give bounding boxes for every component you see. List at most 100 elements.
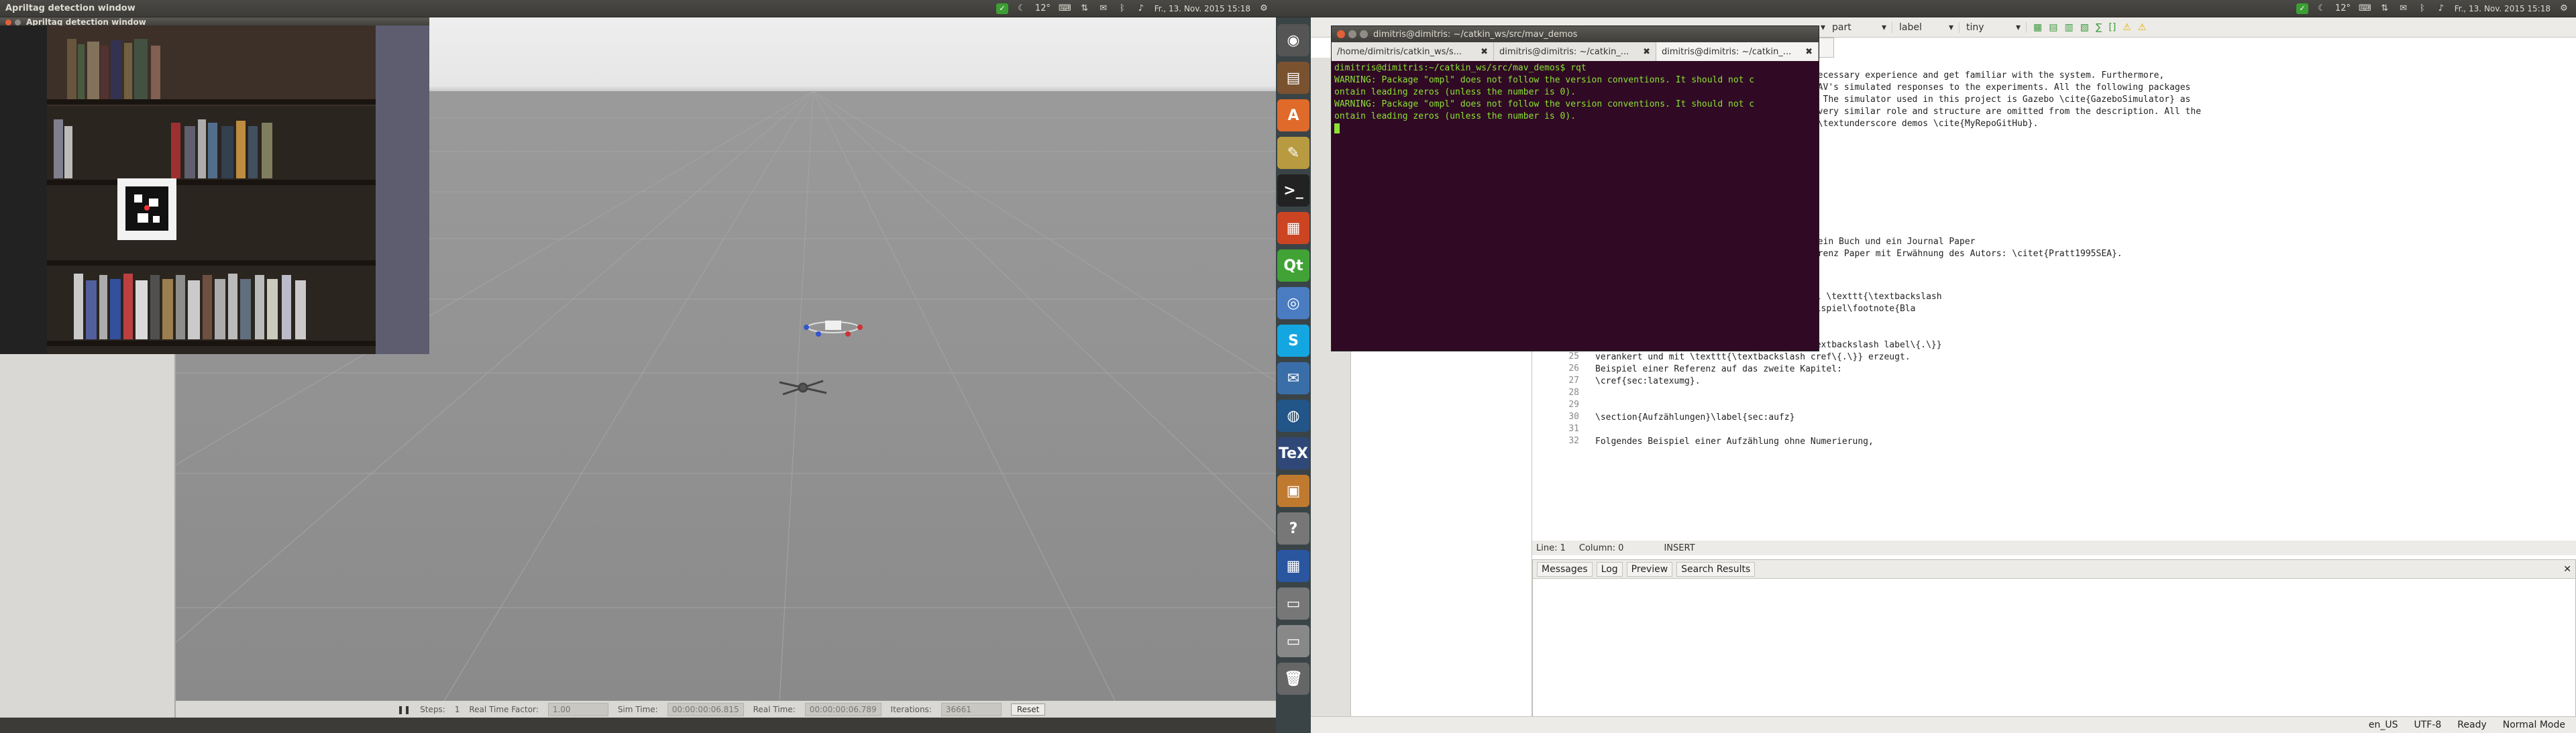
close-panel-icon[interactable]: ✕ bbox=[2559, 563, 2575, 576]
files-icon[interactable]: ▤ bbox=[1277, 62, 1309, 94]
volume-label[interactable]: 12° bbox=[2335, 3, 2351, 14]
tab-log[interactable]: Log bbox=[1596, 561, 1623, 577]
close-icon[interactable] bbox=[1337, 30, 1345, 38]
keyboard-icon[interactable]: ⌨ bbox=[1059, 3, 1071, 14]
warning-icon[interactable]: ⚠ bbox=[2123, 22, 2131, 33]
sim-time-label: Sim Time: bbox=[617, 704, 658, 714]
label-select[interactable]: label ▾ bbox=[1899, 21, 1960, 33]
close-tab-icon[interactable]: ✖ bbox=[1481, 47, 1488, 57]
network-icon[interactable]: ⇅ bbox=[2379, 3, 2390, 14]
multicolor-app-icon[interactable]: ▦ bbox=[1277, 212, 1309, 244]
close-tab-icon[interactable]: ✖ bbox=[1805, 47, 1813, 57]
table-icon[interactable]: ▦ bbox=[2033, 22, 2042, 33]
tab-messages[interactable]: Messages bbox=[1537, 561, 1593, 577]
dropbox-icon[interactable]: ✓ bbox=[2296, 3, 2308, 14]
code-line: verankert und mit \texttt{\textbackslash… bbox=[1595, 352, 1911, 362]
toolbar-arrow-icon[interactable]: ▾ bbox=[1821, 22, 1825, 33]
editor-status-bar: en_US UTF-8 Ready Normal Mode bbox=[1311, 716, 2576, 733]
tabular-icon[interactable]: ▤ bbox=[2049, 22, 2057, 33]
minimize-icon[interactable] bbox=[15, 19, 21, 25]
rtf-value: 1.00 bbox=[547, 702, 608, 716]
drive-icon[interactable]: ▭ bbox=[1277, 587, 1309, 620]
array-icon[interactable]: ▥ bbox=[2065, 22, 2074, 33]
math-icon[interactable]: ∑ bbox=[2096, 22, 2102, 33]
speaker-icon[interactable]: ♪ bbox=[1136, 3, 1146, 14]
bottom-strip bbox=[0, 718, 1276, 733]
weather-icon[interactable]: ☾ bbox=[2316, 3, 2327, 14]
mail-icon[interactable]: ✉ bbox=[2398, 3, 2409, 14]
network-icon[interactable]: ⇅ bbox=[1079, 3, 1090, 14]
bracket-icon[interactable]: [] bbox=[2108, 22, 2116, 33]
thunderbird-icon[interactable]: ✉ bbox=[1277, 362, 1309, 394]
line-number: 26 bbox=[1568, 363, 1579, 374]
workspace-switcher-icon[interactable]: ▦ bbox=[1277, 550, 1309, 582]
tab-search-results[interactable]: Search Results bbox=[1676, 561, 1756, 577]
messages-tabs: Messages Log Preview Search Results ✕ bbox=[1533, 560, 2575, 579]
unity-launcher: ◉ ▤ A ✎ >_ ▦ Qt ◎ S ✉ ◍ TeX ▣ ? ▦ ▭ ▭ 🗑 bbox=[1276, 17, 1311, 733]
terminal-output[interactable]: dimitris@dimitris:~/catkin_ws/src/mav_de… bbox=[1332, 61, 1819, 136]
pause-button[interactable]: ❚❚ bbox=[397, 705, 411, 714]
close-icon[interactable] bbox=[5, 19, 11, 25]
bluetooth-icon[interactable]: ᛒ bbox=[2417, 3, 2428, 14]
warning-2-icon[interactable]: ⚠ bbox=[2138, 22, 2147, 33]
mail-icon[interactable]: ✉ bbox=[1098, 3, 1109, 14]
reset-button[interactable]: Reset bbox=[1010, 703, 1046, 716]
editor-info-bar: Line: 1 Column: 0 INSERT bbox=[1532, 541, 2576, 555]
iterations-value: 36661 bbox=[941, 702, 1002, 716]
trash-icon[interactable]: 🗑 bbox=[1277, 663, 1309, 695]
normal-mode-indicator: Normal Mode bbox=[2502, 720, 2565, 730]
line-number: 25 bbox=[1568, 351, 1579, 361]
window-controls bbox=[0, 19, 26, 25]
keyboard-icon[interactable]: ⌨ bbox=[2359, 3, 2371, 14]
iterations-label: Iterations: bbox=[890, 704, 932, 714]
steps-label: Steps: bbox=[420, 704, 445, 714]
column-indicator: Column: 0 bbox=[1578, 543, 1624, 553]
dash-icon[interactable]: ◉ bbox=[1277, 24, 1309, 56]
size-select[interactable]: tiny ▾ bbox=[1966, 21, 2027, 33]
maximize-icon[interactable] bbox=[1360, 30, 1368, 38]
line-number: 27 bbox=[1568, 376, 1579, 386]
software-center-icon[interactable]: A bbox=[1277, 99, 1309, 131]
dropbox-icon[interactable]: ✓ bbox=[996, 3, 1008, 14]
settings-gear-icon[interactable]: ⚙ bbox=[1258, 3, 1269, 14]
qt-creator-icon[interactable]: Qt bbox=[1277, 249, 1309, 282]
encoding-indicator[interactable]: UTF-8 bbox=[2414, 720, 2441, 730]
steps-value[interactable]: 1 bbox=[455, 705, 460, 714]
tab-preview[interactable]: Preview bbox=[1626, 561, 1673, 577]
clock-label[interactable]: Fr., 13. Nov. 2015 15:18 bbox=[2455, 3, 2551, 14]
part-select[interactable]: part ▾ bbox=[1832, 21, 1893, 33]
bluetooth-icon[interactable]: ᛒ bbox=[1117, 3, 1128, 14]
settings-gear-icon[interactable]: ⚙ bbox=[2559, 3, 2569, 14]
left-top-panel: Apriltag detection window ✓ ☾ 12° ⌨ ⇅ ✉ … bbox=[0, 0, 1276, 17]
minimize-icon[interactable] bbox=[1348, 30, 1356, 38]
code-line: \cref{sec:latexumg}. bbox=[1595, 376, 1701, 386]
speaker-icon[interactable]: ♪ bbox=[2436, 3, 2447, 14]
skype-icon[interactable]: S bbox=[1277, 325, 1309, 357]
figure-icon[interactable]: ▧ bbox=[2080, 22, 2089, 33]
terminal-tab-1[interactable]: /home/dimitris/catkin_ws/s... ✖ bbox=[1332, 42, 1494, 61]
terminal-cursor bbox=[1334, 123, 1816, 135]
terminal-tab-2[interactable]: dimitris@dimitris: ~/catkin_... ✖ bbox=[1494, 42, 1656, 61]
help-icon[interactable]: ? bbox=[1277, 512, 1309, 545]
gimp-icon[interactable]: ✎ bbox=[1277, 137, 1309, 169]
terminal-titlebar[interactable]: dimitris@dimitris: ~/catkin_ws/src/mav_d… bbox=[1332, 26, 1819, 42]
chrome-icon[interactable]: ◎ bbox=[1277, 287, 1309, 319]
language-indicator[interactable]: en_US bbox=[2369, 720, 2398, 730]
close-tab-icon[interactable]: ✖ bbox=[1643, 47, 1650, 57]
gazebo-time-panel: ❚❚ Steps: 1 Real Time Factor: 1.00 Sim T… bbox=[176, 701, 1276, 718]
package-icon[interactable]: ▣ bbox=[1277, 475, 1309, 507]
texmaker-icon[interactable]: TeX bbox=[1277, 437, 1309, 469]
weather-icon[interactable]: ☾ bbox=[1016, 3, 1027, 14]
clock-label[interactable]: Fr., 13. Nov. 2015 15:18 bbox=[1155, 3, 1250, 14]
real-time-value: 00:00:00:06.789 bbox=[804, 702, 881, 716]
terminal-icon[interactable]: >_ bbox=[1277, 174, 1309, 207]
line-indicator: Line: 1 bbox=[1536, 543, 1566, 553]
gazebo-left-panel bbox=[0, 352, 176, 718]
volume-label[interactable]: 12° bbox=[1035, 3, 1051, 14]
indicator-area: ✓ ☾ 12° ⌨ ⇅ ✉ ᛒ ♪ Fr., 13. Nov. 2015 15:… bbox=[996, 3, 1276, 14]
network-globe-icon[interactable]: ◍ bbox=[1277, 400, 1309, 432]
window-controls bbox=[1332, 30, 1373, 38]
terminal-tab-3[interactable]: dimitris@dimitris: ~/catkin_... ✖ bbox=[1656, 42, 1819, 61]
right-top-panel: ✓ ☾ 12° ⌨ ⇅ ✉ ᛒ ♪ Fr., 13. Nov. 2015 15:… bbox=[1276, 0, 2576, 17]
drive-2-icon[interactable]: ▭ bbox=[1277, 625, 1309, 657]
